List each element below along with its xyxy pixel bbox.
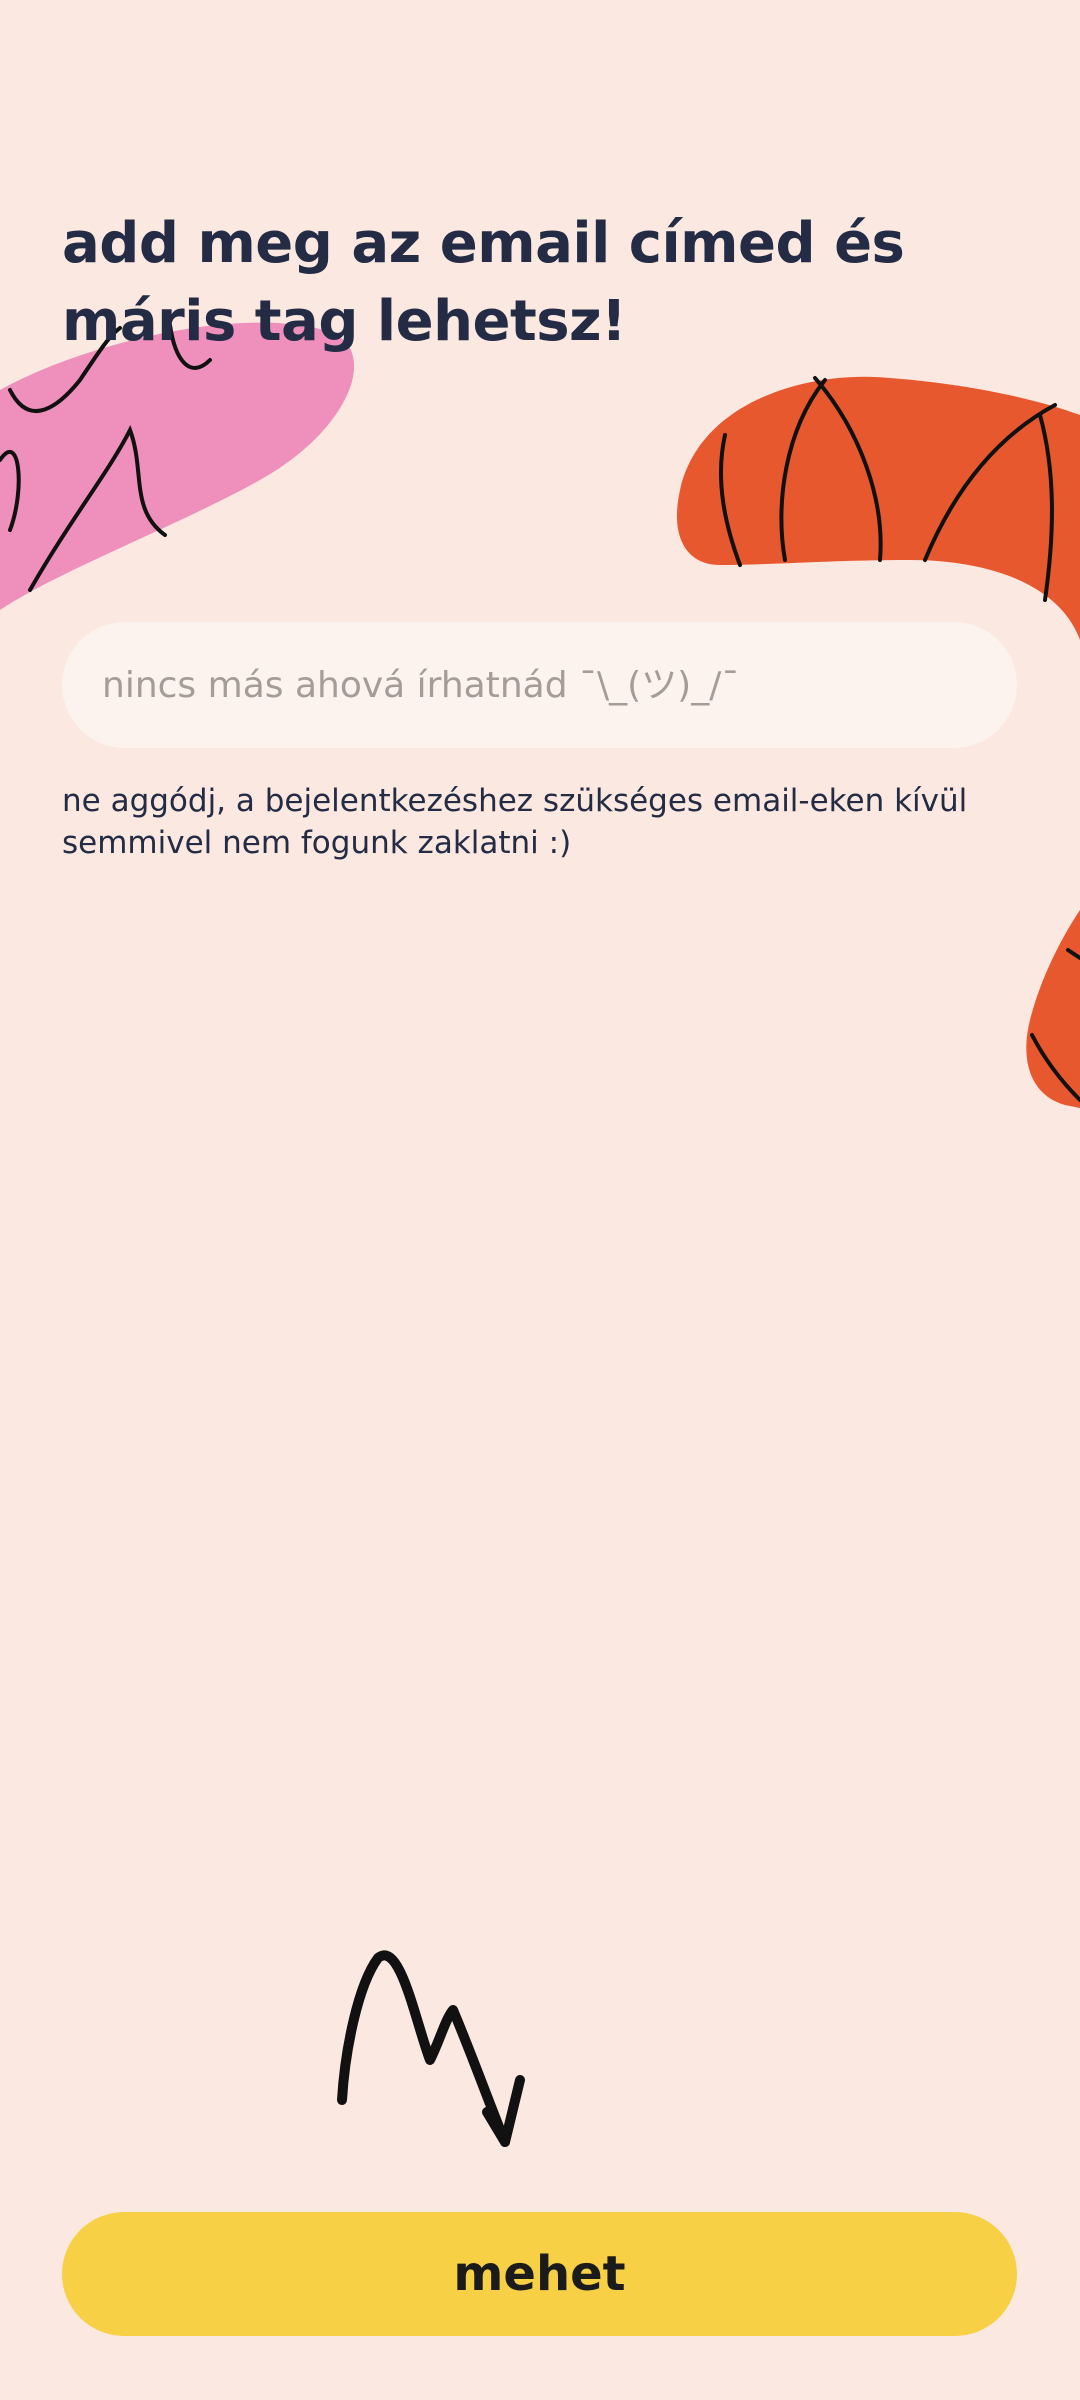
- privacy-note: ne aggódj, a bejelentkezéshez szükséges …: [62, 783, 968, 861]
- squiggle-arrow-icon: [337, 1950, 525, 2147]
- pink-blob-decoration: [0, 322, 355, 610]
- email-input[interactable]: [62, 622, 1017, 748]
- submit-button[interactable]: mehet: [62, 2212, 1017, 2336]
- orange-blob-decoration: [676, 376, 1080, 640]
- page-title: add meg az email címed és máris tag lehe…: [62, 211, 905, 354]
- orange-blob-side-decoration: [1026, 910, 1080, 1108]
